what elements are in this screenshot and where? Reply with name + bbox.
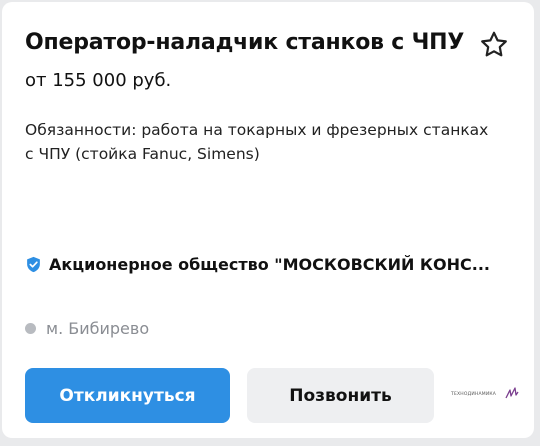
company-logo: ТЕХНОДИНАМИКА [451,387,521,403]
vacancy-card[interactable]: Оператор-наладчик станков с ЧПУ от 155 0… [2,2,534,438]
metro-dot-icon [25,323,36,334]
salary: от 155 000 руб. [25,70,172,91]
respond-button[interactable]: Откликнуться [25,368,230,423]
company-logo-text: ТЕХНОДИНАМИКА [451,392,497,397]
logo-mark-icon [505,387,519,399]
verified-icon [27,256,40,273]
star-icon[interactable] [478,29,510,61]
metro-location: м. Бибирево [25,319,149,338]
metro-station: м. Бибирево [46,319,150,338]
call-button[interactable]: Позвонить [247,368,434,423]
company-row[interactable]: Акционерное общество "МОСКОВСКИЙ КОНС... [25,255,525,274]
vacancy-title[interactable]: Оператор-наладчик станков с ЧПУ [25,30,464,55]
job-duties: Обязанности: работа на токарных и фрезер… [25,121,489,163]
company-name[interactable]: Акционерное общество "МОСКОВСКИЙ КОНС... [49,255,490,274]
